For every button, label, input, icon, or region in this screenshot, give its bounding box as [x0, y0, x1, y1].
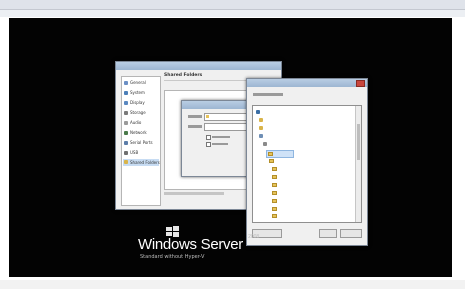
sidebar-item-general[interactable]: General — [124, 80, 158, 86]
desktop-icon — [256, 110, 260, 114]
sidebar-label: General — [130, 80, 146, 85]
audio-icon — [124, 121, 128, 125]
sidebar-label: Storage — [130, 110, 146, 115]
browse-titlebar — [247, 79, 367, 87]
sidebar-label: Display — [130, 100, 145, 105]
folder-icon — [272, 214, 277, 218]
browse-instruction — [253, 93, 283, 96]
folder-name-field[interactable] — [204, 123, 250, 131]
cancel-button[interactable] — [340, 229, 362, 238]
general-icon — [124, 81, 128, 85]
folder-icon — [272, 207, 277, 211]
tree-item-user[interactable] — [259, 118, 319, 123]
drive-icon — [263, 142, 267, 146]
folder-icon — [206, 115, 209, 118]
add-share-titlebar — [182, 101, 252, 109]
settings-heading: Shared Folders — [164, 73, 203, 78]
computer-icon — [259, 134, 263, 138]
close-icon[interactable] — [356, 80, 365, 87]
folder-name-label — [188, 125, 202, 128]
host-menubar[interactable] — [0, 10, 465, 17]
sidebar-item-audio[interactable]: Audio — [124, 120, 158, 126]
tree-item-public[interactable] — [259, 126, 319, 131]
public-folder-icon — [259, 126, 263, 130]
read-only-label — [212, 136, 230, 138]
folder-icon — [272, 191, 277, 195]
folder-path-field[interactable] — [204, 113, 250, 121]
tree-item-folder[interactable] — [272, 214, 332, 219]
sidebar-item-system[interactable]: System — [124, 90, 158, 96]
auto-mount-label — [212, 143, 228, 145]
tree-item-selected[interactable] — [266, 150, 294, 158]
serial-port-icon — [124, 141, 128, 145]
sidebar-label: System — [130, 90, 145, 95]
folder-icon — [272, 175, 277, 179]
tree-item-folder[interactable] — [269, 159, 339, 164]
tree-item-computer[interactable] — [259, 134, 319, 139]
usb-icon — [124, 151, 128, 155]
sidebar-label: Audio — [130, 120, 142, 125]
sidebar-item-network[interactable]: Network — [124, 130, 158, 136]
tree-item-folder[interactable] — [272, 191, 332, 196]
brand-name: Windows Server — [138, 236, 243, 253]
folder-icon — [269, 159, 274, 163]
guest-brand: Windows Server 2008 — [138, 234, 259, 253]
tree-item-folder[interactable] — [272, 183, 332, 188]
host-window-titlebar — [0, 0, 465, 10]
folder-icon — [268, 152, 273, 156]
brand-edition: Standard without Hyper-V — [140, 254, 205, 260]
sidebar-item-serial-ports[interactable]: Serial Ports — [124, 140, 158, 146]
tree-item-folder[interactable] — [272, 175, 332, 180]
ok-button[interactable] — [319, 229, 337, 238]
folder-icon — [272, 183, 277, 187]
system-icon — [124, 91, 128, 95]
brand-version: 2008 — [248, 234, 260, 240]
vm-display[interactable]: General System Display Storage Audio Net… — [9, 18, 452, 277]
shared-folder-icon — [124, 160, 128, 164]
sidebar-item-usb[interactable]: USB — [124, 150, 158, 156]
tree-scrollbar[interactable] — [355, 106, 361, 222]
settings-titlebar — [116, 62, 281, 70]
sidebar-label: Shared Folders — [130, 160, 160, 165]
tree-item-folder[interactable] — [272, 167, 332, 172]
tree-item-folder[interactable] — [272, 199, 332, 204]
sidebar-item-storage[interactable]: Storage — [124, 110, 158, 116]
sidebar-item-shared-folders[interactable]: Shared Folders — [123, 159, 160, 166]
browse-folder-dialog — [246, 78, 368, 246]
network-icon — [124, 131, 128, 135]
add-share-dialog — [181, 100, 253, 177]
sidebar-item-display[interactable]: Display — [124, 100, 158, 106]
sidebar-label: Serial Ports — [130, 140, 153, 145]
read-only-checkbox[interactable] — [206, 135, 211, 140]
tree-item-drive[interactable] — [263, 142, 323, 147]
sidebar-label: Network — [130, 130, 147, 135]
tree-item-folder[interactable] — [272, 207, 332, 212]
tree-item-desktop[interactable] — [256, 110, 316, 115]
sidebar-label: USB — [130, 150, 139, 155]
settings-bottom-text — [164, 192, 224, 195]
folder-path-label — [188, 115, 202, 118]
folder-tree[interactable] — [252, 105, 362, 223]
auto-mount-checkbox[interactable] — [206, 142, 211, 147]
storage-icon — [124, 111, 128, 115]
folder-icon — [272, 199, 277, 203]
settings-sidebar: General System Display Storage Audio Net… — [121, 76, 161, 206]
display-icon — [124, 101, 128, 105]
scrollbar-thumb[interactable] — [357, 124, 360, 160]
host-statusbar — [0, 280, 465, 289]
user-folder-icon — [259, 118, 263, 122]
folder-icon — [272, 167, 277, 171]
